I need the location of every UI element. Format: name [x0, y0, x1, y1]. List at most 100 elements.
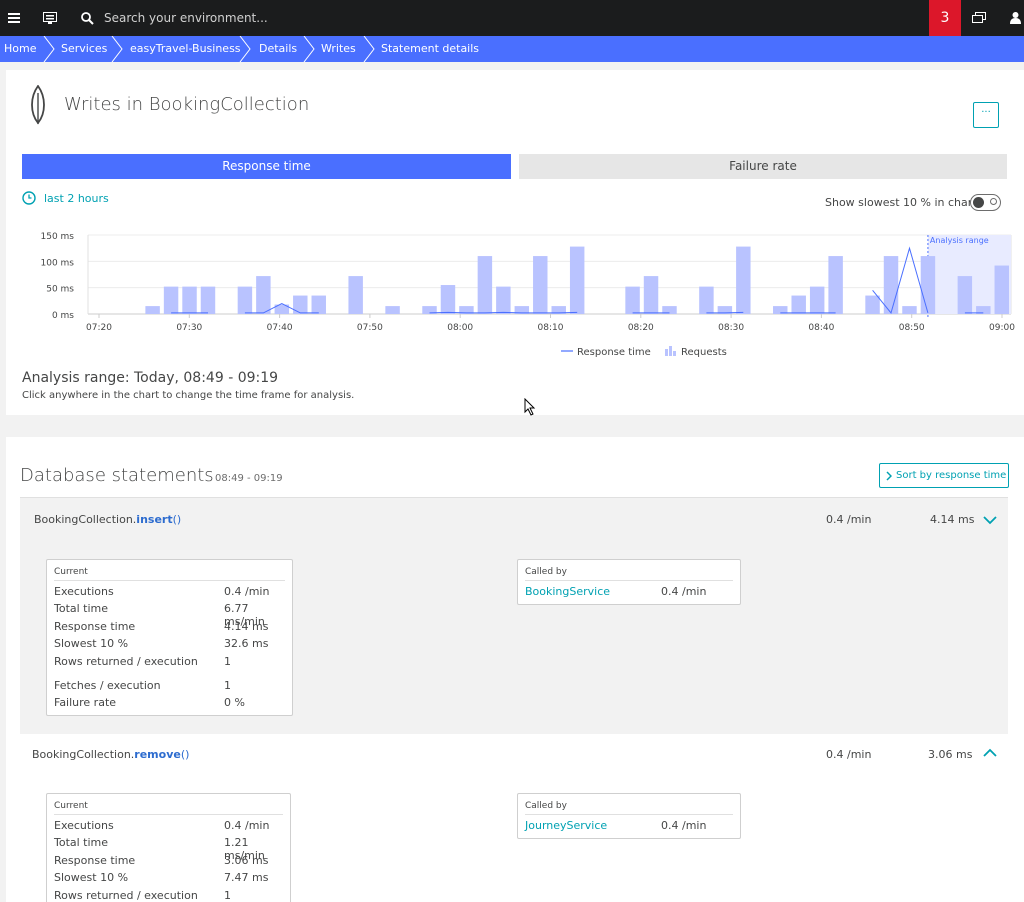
chevron-down-icon[interactable] [983, 516, 997, 525]
legend-requests-swatch [665, 346, 676, 356]
database-statements-title: Database statements [20, 465, 214, 486]
mouse-cursor-icon [524, 398, 536, 416]
tab-response-time[interactable]: Response time [22, 154, 511, 179]
request-bar [920, 256, 936, 314]
metric-value: 32.6 ms [224, 637, 269, 650]
request-bar [533, 256, 548, 314]
metric-label: Slowest 10 % [54, 871, 129, 884]
request-bar [643, 276, 659, 314]
breadcrumb-writes[interactable]: Writes [321, 36, 356, 62]
database-statements-range: 08:49 - 09:19 [215, 473, 283, 484]
y-tick-label: 100 ms [41, 258, 75, 268]
request-bar [163, 286, 179, 314]
problems-badge[interactable]: 3 [929, 0, 961, 36]
clock-icon [22, 191, 36, 205]
request-bar [182, 286, 197, 314]
request-bar [883, 256, 899, 314]
request-bar [311, 295, 326, 314]
x-tick-label: 07:50 [357, 323, 383, 333]
search-icon[interactable] [77, 0, 97, 36]
metric-label: Total time [54, 602, 109, 615]
slowest-toggle[interactable] [970, 194, 1001, 211]
x-tick-label: 08:00 [447, 323, 473, 333]
metric-value: 3.06 ms [224, 854, 269, 867]
request-bar [569, 246, 585, 314]
called-by-label: Called by [525, 801, 567, 811]
metric-value: 0.4 /min [224, 819, 270, 832]
statement-response-time: 3.06 ms [928, 748, 973, 761]
statement-rate: 0.4 /min [826, 748, 872, 761]
request-bar [440, 285, 456, 314]
current-label: Current [54, 801, 88, 811]
request-bar [293, 295, 308, 314]
request-bar [957, 276, 973, 314]
caller-rate: 0.4 /min [661, 585, 707, 598]
tab-failure-rate[interactable]: Failure rate [519, 154, 1007, 179]
sort-by-response-time-button[interactable]: Sort by response time [879, 463, 1009, 488]
request-bar [625, 286, 640, 314]
request-bar [145, 306, 160, 314]
x-tick-label: 08:50 [899, 323, 925, 333]
breadcrumb-home[interactable]: Home [4, 36, 36, 62]
request-bar [791, 295, 806, 314]
statement-response-time: 4.14 ms [930, 513, 975, 526]
breadcrumb-service[interactable]: easyTravel-Business [130, 36, 241, 62]
analysis-range-label: Analysis range [930, 236, 989, 245]
request-bar [865, 295, 880, 314]
request-bar [385, 306, 400, 314]
legend-requests: Requests [681, 347, 727, 358]
x-tick-label: 08:20 [628, 323, 654, 333]
breadcrumb-statement-details: Statement details [381, 42, 480, 55]
dashboard-icon[interactable] [40, 0, 60, 36]
metric-value: 0.4 /min [224, 585, 270, 598]
breadcrumb-details[interactable]: Details [259, 36, 297, 62]
breadcrumb-services[interactable]: Services [61, 36, 107, 62]
response-time-chart[interactable]: 150 ms 100 ms 50 ms 0 ms Analysis range 07:… [0, 225, 1024, 365]
metric-value: 1 [224, 655, 231, 668]
sort-label: Sort by response time [896, 470, 1007, 481]
called-by-card: Called by JourneyService 0.4 /min [517, 793, 741, 839]
x-tick-label: 09:00 [989, 323, 1015, 333]
breadcrumb: Home Services easyTravel-Business Detail… [0, 36, 1024, 62]
analysis-range-title: Analysis range: Today, 08:49 - 09:19 [22, 370, 279, 386]
metric-label: Response time [54, 854, 136, 867]
metric-value: 0 % [224, 696, 245, 709]
current-metrics-card: Current Executions 0.4 /min Total time 1… [46, 793, 291, 902]
menu-icon[interactable] [4, 0, 24, 36]
request-bar [736, 246, 751, 314]
request-bar [237, 286, 253, 314]
user-icon[interactable] [1006, 0, 1024, 36]
metric-label: Slowest 10 % [54, 637, 129, 650]
statement-rate: 0.4 /min [826, 513, 872, 526]
statement-name-insert[interactable]: BookingCollection.insert() [34, 513, 181, 526]
y-tick-label: 50 ms [46, 285, 74, 295]
called-by-label: Called by [525, 567, 567, 577]
current-label: Current [54, 567, 88, 577]
request-bar [828, 256, 843, 314]
statement-name-remove[interactable]: BookingCollection.remove() [32, 748, 189, 761]
metric-value: 4.14 ms [224, 620, 269, 633]
chevron-up-icon[interactable] [983, 748, 997, 757]
timeframe-selector[interactable]: last 2 hours [22, 191, 109, 205]
caller-link[interactable]: JourneyService [525, 819, 607, 832]
breadcrumb-separator-icon [303, 36, 315, 62]
more-button[interactable]: ··· [973, 102, 999, 128]
metric-label: Rows returned / execution [54, 655, 198, 668]
search-input[interactable]: Search your environment... [104, 11, 268, 25]
top-bar: Search your environment... 3 [0, 0, 1024, 36]
y-tick-label: 0 ms [52, 311, 74, 321]
x-tick-label: 07:20 [86, 323, 112, 333]
request-bar [496, 286, 511, 314]
slowest-toggle-label: Show slowest 10 % in chart [825, 196, 977, 209]
windows-icon[interactable] [969, 0, 989, 36]
caller-rate: 0.4 /min [661, 819, 707, 832]
request-bar [994, 265, 1009, 314]
metric-label: Executions [54, 585, 114, 598]
metric-label: Failure rate [54, 696, 117, 709]
x-tick-label: 07:40 [267, 323, 293, 333]
y-tick-label: 150 ms [41, 232, 75, 242]
breadcrumb-separator-icon [111, 36, 123, 62]
current-metrics-card: Current Executions 0.4 /min Total time 6… [46, 559, 293, 716]
metric-value: 1 [224, 679, 231, 692]
caller-link[interactable]: BookingService [525, 585, 610, 598]
